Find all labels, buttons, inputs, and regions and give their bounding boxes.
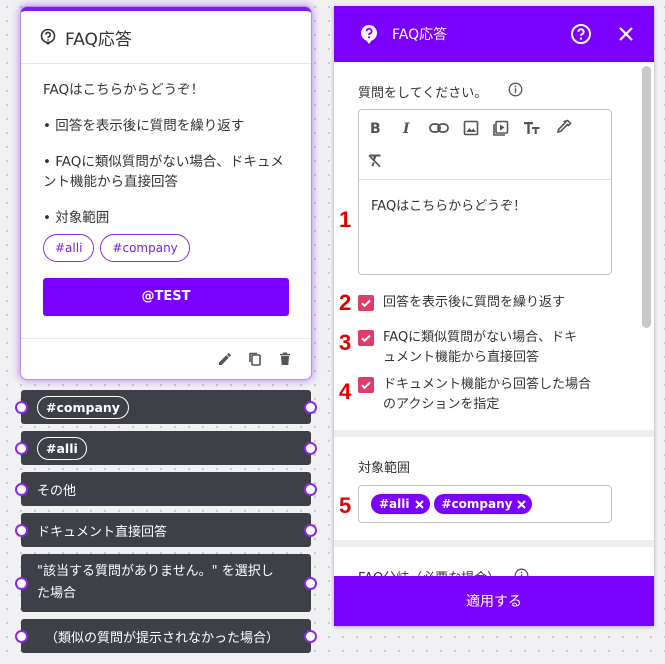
question-label: 質問をしてください。 bbox=[358, 86, 488, 101]
option-label: #company bbox=[37, 395, 129, 419]
scope-chip-company[interactable]: #company bbox=[433, 494, 533, 514]
faq-bubble-icon bbox=[358, 23, 380, 45]
faq-question-icon bbox=[39, 28, 57, 46]
editor-text[interactable]: FAQはこちらからどうぞ！ bbox=[371, 195, 526, 214]
option-alli[interactable]: #alli bbox=[15, 431, 317, 465]
clear-format-icon[interactable] bbox=[367, 152, 383, 168]
option-document-direct[interactable]: ドキュメント直接回答 bbox=[15, 513, 317, 547]
faq-node-card[interactable]: FAQ応答 FAQはこちらからどうぞ！ • 回答を表示後に質問を繰り返す • F… bbox=[21, 7, 311, 379]
apply-button[interactable]: 適用する bbox=[334, 576, 654, 626]
question-section: 質問をしてください。 B I FAQはこちらからどうぞ！ 回答を表示後に質問を繰… bbox=[334, 62, 654, 430]
question-editor[interactable]: B I FAQはこちらからどうぞ！ bbox=[358, 109, 612, 275]
card-title: FAQ応答 bbox=[65, 29, 132, 50]
option-no-similar[interactable]: （類似の質問が提示されなかった場合） bbox=[15, 619, 317, 653]
card-tags: #alli #company bbox=[43, 234, 289, 262]
scope-label: 対象範囲 bbox=[358, 461, 411, 476]
connector-in[interactable] bbox=[15, 482, 28, 496]
annotation-number: 1 bbox=[339, 207, 352, 232]
connector-in[interactable] bbox=[15, 441, 28, 455]
tag-company: #company bbox=[100, 234, 190, 262]
italic-icon[interactable]: I bbox=[401, 120, 415, 136]
faq-branch-section: FAQ分岐（必要な場合） bbox=[334, 547, 654, 576]
connector-out[interactable] bbox=[304, 400, 317, 414]
connector-out[interactable] bbox=[304, 441, 317, 455]
checkbox-label: FAQに類似質問がない場合、ドキュメント機能から直接回答 bbox=[383, 330, 578, 365]
annotation-number: 2 bbox=[339, 290, 352, 315]
option-label: #alli bbox=[37, 436, 87, 460]
connector-out[interactable] bbox=[304, 629, 317, 643]
test-button[interactable]: @TEST bbox=[43, 278, 289, 316]
chip-label: #alli bbox=[379, 497, 410, 511]
connector-in[interactable] bbox=[15, 629, 28, 643]
card-footer bbox=[21, 338, 311, 379]
video-icon[interactable] bbox=[493, 120, 509, 136]
card-line: • 対象範囲 bbox=[43, 210, 110, 226]
editor-toolbar: B I bbox=[359, 110, 611, 180]
edit-icon[interactable] bbox=[217, 351, 233, 367]
close-icon[interactable] bbox=[618, 26, 634, 42]
link-icon[interactable] bbox=[429, 122, 449, 134]
chip-remove-icon[interactable] bbox=[517, 499, 527, 509]
card-line: • 回答を表示後に質問を繰り返す bbox=[43, 118, 245, 134]
text-size-icon[interactable] bbox=[523, 120, 541, 136]
tag-alli: #alli bbox=[43, 234, 95, 262]
scope-chip-input[interactable]: #alli #company bbox=[358, 485, 612, 523]
faq-branch-label: FAQ分岐（必要な場合） bbox=[358, 567, 500, 576]
svg-text:B: B bbox=[370, 121, 381, 136]
checkbox-label: 回答を表示後に質問を繰り返す bbox=[383, 295, 566, 310]
connector-out[interactable] bbox=[304, 482, 317, 496]
image-icon[interactable] bbox=[463, 120, 479, 136]
info-icon[interactable] bbox=[514, 568, 529, 576]
annotation-number: 4 bbox=[339, 379, 352, 404]
panel-title: FAQ応答 bbox=[392, 27, 448, 43]
panel-scrollbar[interactable] bbox=[642, 66, 651, 328]
help-icon[interactable] bbox=[570, 23, 592, 45]
option-other[interactable]: その他 bbox=[15, 472, 317, 506]
connector-out[interactable] bbox=[304, 523, 317, 537]
faq-settings-panel: FAQ応答 質問をしてください。 B I FAQはこちらからどうぞ！ 回答を表示… bbox=[334, 6, 654, 626]
annotation-number: 3 bbox=[339, 330, 352, 355]
option-company[interactable]: #company bbox=[15, 390, 317, 424]
panel-content[interactable]: 質問をしてください。 B I FAQはこちらからどうぞ！ 回答を表示後に質問を繰… bbox=[334, 62, 654, 576]
copy-icon[interactable] bbox=[247, 351, 263, 367]
connector-in[interactable] bbox=[15, 576, 28, 590]
connector-out[interactable] bbox=[304, 576, 317, 590]
card-body: FAQはこちらからどうぞ！ • 回答を表示後に質問を繰り返す • FAQに類似質… bbox=[21, 64, 311, 316]
checkbox-document-action[interactable]: ドキュメント機能から回答した場合のアクションを指定 bbox=[358, 375, 594, 415]
checkbox-checked-icon[interactable] bbox=[358, 377, 374, 393]
scope-chip-alli[interactable]: #alli bbox=[371, 494, 430, 514]
card-line: • FAQに類似質問がない場合、ドキュメント機能から直接回答 bbox=[43, 154, 284, 190]
checkbox-checked-icon[interactable] bbox=[358, 330, 374, 346]
checkbox-label: ドキュメント機能から回答した場合のアクションを指定 bbox=[383, 377, 592, 412]
option-label: "該当する質問がありません。" を選択した場合 bbox=[37, 564, 274, 601]
checkbox-checked-icon[interactable] bbox=[358, 295, 374, 311]
scope-section: 対象範囲 #alli #company bbox=[334, 437, 654, 540]
option-no-match-selected[interactable]: "該当する質問がありません。" を選択した場合 bbox=[15, 554, 317, 612]
card-line: FAQはこちらからどうぞ！ bbox=[43, 82, 205, 98]
panel-header: FAQ応答 bbox=[334, 6, 654, 62]
checkbox-repeat-question[interactable]: 回答を表示後に質問を繰り返す bbox=[358, 293, 565, 313]
option-label: ドキュメント直接回答 bbox=[37, 524, 168, 540]
delete-icon[interactable] bbox=[277, 351, 293, 367]
chip-label: #company bbox=[441, 497, 513, 511]
annotation-number: 5 bbox=[339, 493, 352, 518]
connector-in[interactable] bbox=[15, 400, 28, 414]
color-picker-icon[interactable] bbox=[555, 119, 572, 136]
card-header: FAQ応答 bbox=[21, 11, 311, 64]
info-icon[interactable] bbox=[508, 82, 523, 97]
svg-text:I: I bbox=[402, 121, 410, 136]
option-label: その他 bbox=[37, 483, 77, 499]
checkbox-document-fallback[interactable]: FAQに類似質問がない場合、ドキュメント機能から直接回答 bbox=[358, 328, 588, 368]
bold-icon[interactable]: B bbox=[369, 120, 383, 136]
option-label: （類似の質問が提示されなかった場合） bbox=[45, 630, 280, 646]
chip-remove-icon[interactable] bbox=[414, 499, 424, 509]
connector-in[interactable] bbox=[15, 523, 28, 537]
